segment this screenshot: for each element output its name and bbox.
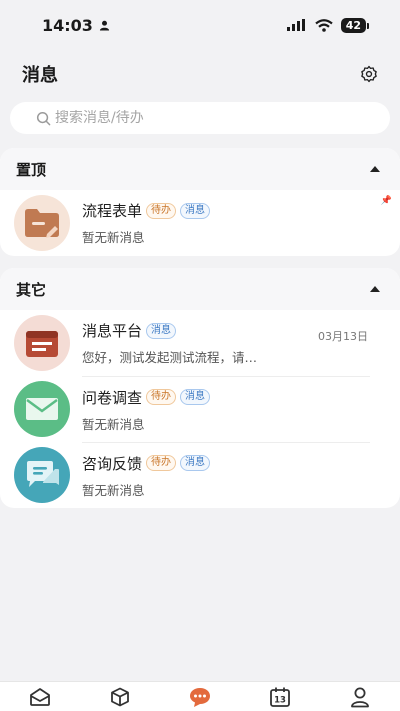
envelope-icon — [14, 381, 70, 437]
bottom-tab-bar: 13 — [0, 681, 400, 711]
todo-badge: 待办 — [146, 202, 177, 219]
calendar-day: 13 — [274, 695, 286, 705]
item-subtitle: 暂无新消息 — [82, 482, 145, 498]
todo-badge: 待办 — [146, 455, 177, 471]
tab-apps[interactable] — [100, 683, 140, 711]
pin-icon: 📌 — [380, 196, 392, 206]
conversation-item-survey[interactable]: 问卷调查 待办 消息 暂无新消息 — [0, 376, 400, 442]
message-badge: 消息 — [180, 455, 211, 471]
collapse-caret-icon[interactable] — [370, 166, 380, 172]
tab-home[interactable] — [20, 683, 60, 711]
settings-button[interactable] — [358, 63, 380, 85]
battery-indicator: 42 — [340, 17, 370, 33]
pinned-section: 置顶 📌 流程表单 待办 消息 暂无新消息 — [0, 148, 400, 256]
wifi-icon — [314, 18, 333, 32]
page-header: 消息 — [0, 50, 400, 98]
chat-bubble-icon — [14, 447, 70, 503]
item-subtitle: 暂无新消息 — [82, 416, 145, 432]
tab-calendar[interactable]: 13 — [260, 683, 300, 711]
item-title: 流程表单 — [82, 202, 143, 220]
item-date: 03月13日 — [318, 330, 368, 343]
conversation-item-consult-feedback[interactable]: 咨询反馈 待办 消息 暂无新消息 — [0, 442, 400, 508]
item-title: 问卷调查 — [82, 388, 143, 407]
clock: 14:03 — [42, 15, 93, 35]
search-icon — [36, 111, 51, 125]
message-platform-icon — [14, 315, 70, 371]
search-bar[interactable] — [10, 102, 390, 134]
folder-edit-icon — [14, 195, 70, 251]
item-title: 咨询反馈 — [82, 454, 143, 473]
todo-badge: 待办 — [146, 389, 177, 405]
conversation-item-message-platform[interactable]: 消息平台 消息 您好，测试发起测试流程，请… 03月13日 — [0, 310, 400, 376]
item-title: 消息平台 — [82, 322, 143, 340]
search-input[interactable] — [55, 110, 355, 126]
user-icon — [351, 687, 369, 707]
section-header-others[interactable]: 其它 — [0, 268, 400, 310]
collapse-caret-icon[interactable] — [370, 286, 380, 292]
message-badge: 消息 — [146, 322, 177, 339]
others-section: 其它 消息平台 消息 您好，测试发起测试流程，请… 03月13日 问卷调查 待办… — [0, 268, 400, 508]
tab-profile[interactable] — [340, 683, 380, 711]
calendar-icon: 13 — [270, 687, 290, 707]
tab-messages[interactable] — [180, 683, 220, 711]
inbox-icon — [30, 687, 50, 706]
message-badge: 消息 — [180, 389, 211, 405]
cube-icon — [111, 687, 129, 706]
section-title: 置顶 — [16, 160, 47, 179]
gear-icon — [361, 65, 377, 83]
person-icon — [99, 20, 110, 31]
page-title: 消息 — [22, 65, 58, 86]
signal-icon — [286, 19, 305, 31]
status-bar: 14:03 42 — [0, 0, 400, 50]
message-badge: 消息 — [180, 202, 211, 219]
chat-dots-icon — [190, 687, 210, 707]
conversation-item-flow-form[interactable]: 📌 流程表单 待办 消息 暂无新消息 — [0, 190, 400, 256]
section-title: 其它 — [16, 280, 47, 299]
section-header-pinned[interactable]: 置顶 — [0, 148, 400, 190]
item-subtitle: 您好，测试发起测试流程，请… — [82, 350, 258, 365]
item-subtitle: 暂无新消息 — [82, 230, 145, 245]
